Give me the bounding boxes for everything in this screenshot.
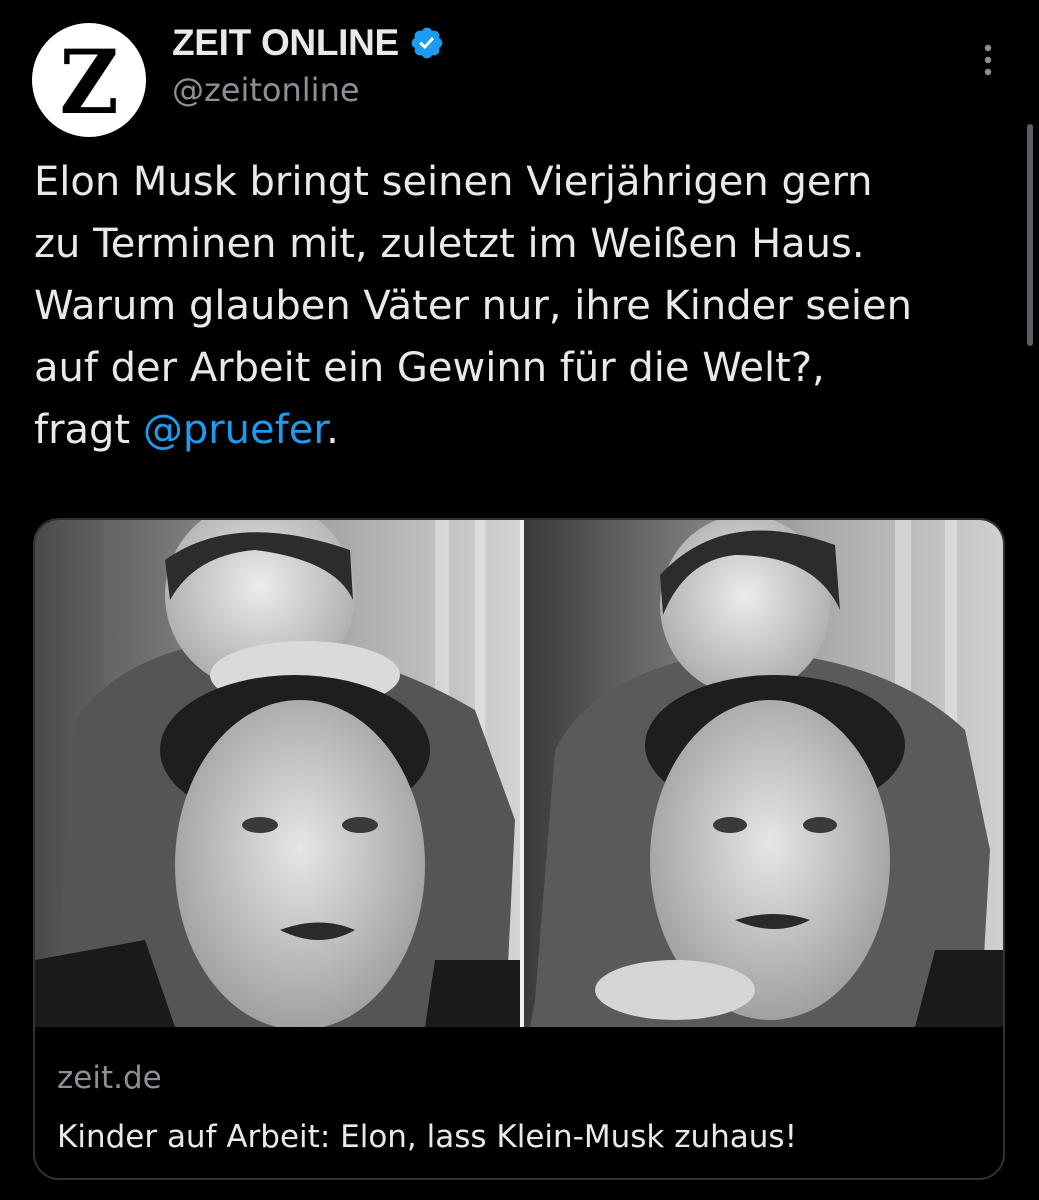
card-domain: zeit.de <box>57 1060 162 1096</box>
tweet-text: Elon Musk bringt seinen Vierjährigen ger… <box>34 151 1019 461</box>
avatar-logo-letter: Z <box>59 30 119 134</box>
mention-link[interactable]: @pruefer <box>143 407 326 453</box>
author-handle[interactable]: @zeitonline <box>172 71 360 109</box>
card-title[interactable]: Kinder auf Arbeit: Elon, lass Klein-Musk… <box>57 1119 797 1155</box>
more-vertical-icon[interactable] <box>970 40 1006 80</box>
card-photo <box>35 520 1003 1027</box>
photo-right <box>524 520 1003 1027</box>
tweet-text-end: . <box>326 407 339 453</box>
card-image[interactable] <box>35 520 1003 1027</box>
author-display-name[interactable]: ZEIT ONLINE <box>172 22 399 64</box>
avatar[interactable]: Z <box>32 23 146 137</box>
scrollbar-thumb[interactable] <box>1027 124 1033 346</box>
link-preview-card[interactable]: zeit.de Kinder auf Arbeit: Elon, lass Kl… <box>33 518 1005 1180</box>
author-name-row: ZEIT ONLINE <box>172 22 445 64</box>
verified-badge-icon <box>411 27 443 59</box>
photo-left <box>35 520 520 1027</box>
